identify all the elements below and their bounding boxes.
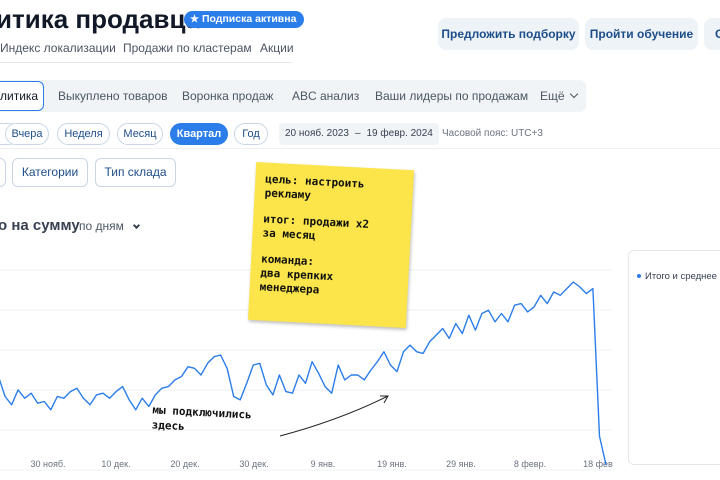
- divider: [0, 148, 720, 149]
- x-tick-label: 19 янв.: [377, 459, 407, 469]
- date-separator: –: [354, 128, 361, 139]
- nav-link-cluster-sales[interactable]: Продажи по кластерам: [123, 41, 252, 55]
- period-quarter[interactable]: Квартал: [170, 123, 228, 145]
- x-tick-label: 18 фев: [583, 459, 613, 469]
- legend-dot: [637, 274, 641, 278]
- date-from: 20 нояб. 2023: [285, 128, 349, 139]
- filter-categories-button[interactable]: Категории: [12, 158, 88, 187]
- x-tick-label: 30 дек.: [239, 459, 268, 469]
- legend-item-label: Итого и среднее: [645, 271, 717, 282]
- filter-button-hidden[interactable]: [0, 158, 6, 187]
- sticky-note-goal: цель: настроить рекламу: [264, 172, 365, 202]
- filter-warehouse-type-button[interactable]: Тип склада: [95, 158, 176, 187]
- sticky-note: цель: настроить рекламу итог: продажи x2…: [247, 161, 415, 329]
- granularity-select[interactable]: по дням: [79, 219, 140, 233]
- tab-sales-leaders[interactable]: Ваши лидеры по продажам: [375, 80, 528, 112]
- period-year[interactable]: Год: [234, 123, 268, 145]
- chevron-down-icon: [569, 89, 578, 99]
- granularity-select-value: по дням: [79, 219, 124, 233]
- x-tick-label: 10 дек.: [101, 459, 130, 469]
- nav-link-promotions[interactable]: Акции: [260, 41, 294, 55]
- date-to: 19 февр. 2024: [366, 128, 433, 139]
- handwritten-annotation: мы подключились здесь: [151, 403, 253, 434]
- tab-more-label: Ещё: [540, 89, 565, 103]
- star-icon: ★: [190, 14, 199, 25]
- subscription-badge[interactable]: ★ Подписка активна: [184, 11, 305, 28]
- section-tabs: литика Выкуплено товаров Воронка продаж …: [0, 80, 586, 112]
- page-title: итика продавца: [0, 4, 201, 34]
- x-tick-label: 29 янв.: [446, 459, 476, 469]
- top-action-button-3[interactable]: С: [704, 18, 720, 50]
- sticky-note-team: команда: два крепких менеджера: [259, 252, 334, 297]
- nav-divider: [0, 62, 292, 63]
- chevron-down-icon: [132, 221, 140, 230]
- sticky-note-result: итог: продажи x2 за месяц: [262, 212, 370, 243]
- tab-abc-analysis[interactable]: ABC анализ: [292, 80, 359, 112]
- chart-legend: Итого и среднее: [628, 250, 720, 465]
- date-range-picker[interactable]: 20 нояб. 2023–19 февр. 2024: [279, 123, 439, 145]
- period-month[interactable]: Месяц: [117, 123, 163, 145]
- tab-more[interactable]: Ещё: [540, 80, 578, 112]
- period-week[interactable]: Неделя: [57, 123, 110, 145]
- tab-sales-funnel[interactable]: Воронка продаж: [182, 80, 273, 112]
- subscription-badge-label: Подписка активна: [201, 13, 297, 25]
- chart-title: о на сумму: [0, 217, 80, 234]
- tab-analytics[interactable]: литика: [0, 81, 44, 111]
- take-training-button[interactable]: Пройти обучение: [585, 18, 698, 50]
- x-tick-label: 20 дек.: [170, 459, 199, 469]
- x-tick-label: 30 нояб.: [30, 459, 65, 469]
- x-tick-label: 8 февр.: [514, 459, 546, 469]
- nav-link-localization-index[interactable]: Индекс локализации: [0, 41, 116, 55]
- x-tick-label: 9 янв.: [311, 459, 336, 469]
- legend-item-total[interactable]: Итого и среднее: [637, 271, 717, 282]
- timezone-label: Часовой пояс: UTC+3: [442, 128, 543, 139]
- tab-purchased-goods[interactable]: Выкуплено товаров: [58, 80, 168, 112]
- period-yesterday[interactable]: Вчера: [5, 123, 49, 145]
- suggest-selection-button[interactable]: Предложить подборку: [438, 18, 579, 50]
